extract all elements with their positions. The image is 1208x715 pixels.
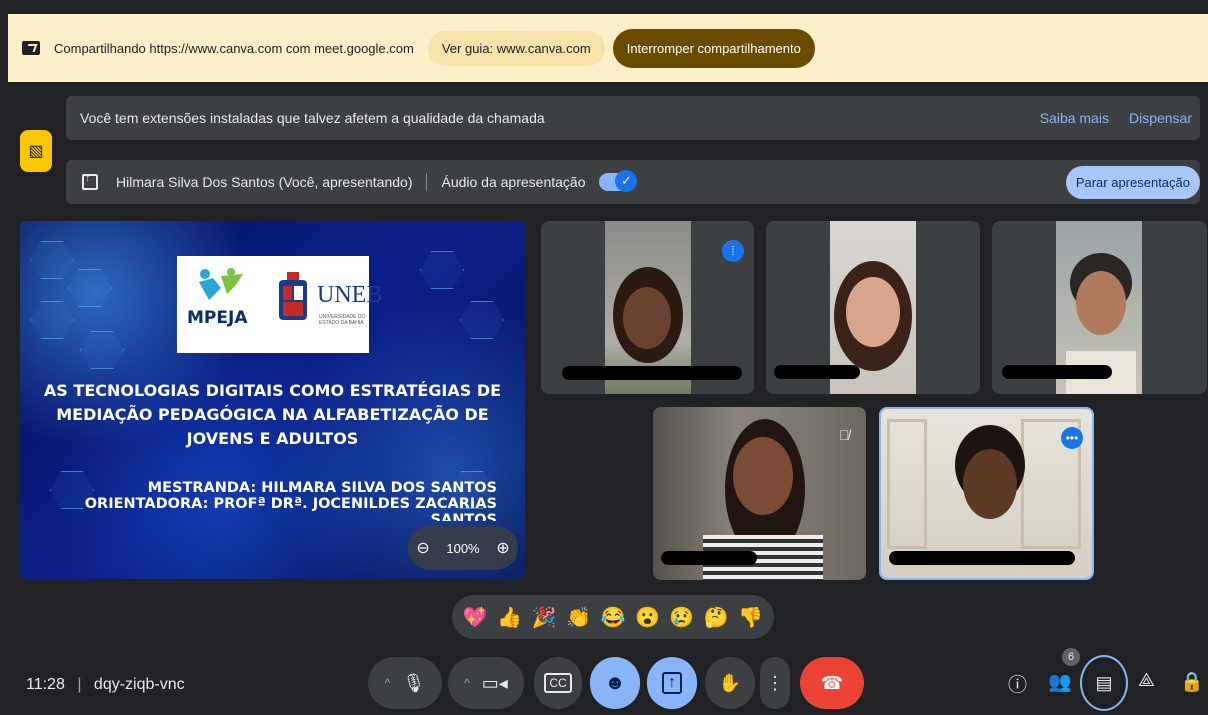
participant-name [889, 551, 1075, 565]
captions-icon: CC [544, 673, 572, 693]
leave-call-button[interactable]: ☎ [800, 657, 864, 709]
check-icon: ✓ [615, 170, 638, 192]
more-vert-icon: ⋮ [766, 672, 784, 693]
separator: | [77, 676, 82, 693]
sharing-banner: Compartilhando https://www.canva.com com… [8, 14, 1208, 82]
meeting-code: dqy-ziqb-vnc [93, 676, 185, 693]
host-controls-icon[interactable]: 🔒 [1180, 670, 1204, 694]
participant-tile[interactable] [992, 221, 1207, 394]
camera-options-chevron-icon[interactable]: ^ [464, 676, 470, 690]
reactions-bar: 💖 👍 🎉 👏 😂 😮 😢 🤔 👎 [452, 595, 774, 639]
participant-face [963, 449, 1017, 519]
slide-title-line: AS TECNOLOGIAS DIGITAIS COMO ESTRATÉGIAS… [43, 381, 502, 400]
present-button[interactable]: ↑ [647, 657, 697, 709]
present-screen-icon: ↑ [662, 672, 682, 694]
present-icon [82, 172, 98, 190]
participant-name [1002, 365, 1112, 379]
slide-advisor-cont: SANTOS [430, 512, 497, 521]
participant-name [661, 551, 757, 565]
participant-count-badge: 6 [1062, 648, 1080, 666]
activities-icon[interactable]: ⟁ [1138, 670, 1155, 692]
presenting-bar: Hilmara Silva Dos Santos (Você, apresent… [66, 160, 1200, 204]
slide-title-line: JOVENS E ADULTOS [186, 429, 359, 448]
camera-icon[interactable]: ▭◂ [482, 673, 508, 694]
mic-icon[interactable]: 🎙 [402, 673, 425, 694]
decor-hexagon [30, 301, 74, 339]
participant-name [562, 366, 742, 380]
reaction-laugh[interactable]: 😂 [601, 605, 626, 630]
decor-hexagon [30, 241, 74, 279]
audio-level-icon: ⦙ [722, 240, 744, 262]
participant-face [733, 437, 793, 515]
mpeja-logo-figure [199, 268, 243, 300]
dismiss-link[interactable]: Dispensar [1129, 110, 1192, 126]
participant-tile[interactable]: ⦙ [541, 221, 754, 394]
stop-presenting-button[interactable]: Parar apresentação [1065, 165, 1200, 199]
meeting-info: 11:28 | dqy-ziqb-vnc [26, 676, 185, 694]
self-tile[interactable]: ••• [879, 407, 1094, 580]
info-icon[interactable]: ⓘ [1008, 670, 1027, 697]
participant-face [846, 277, 900, 347]
camera-group: ^ ▭◂ [448, 657, 524, 709]
raise-hand-button[interactable]: ✋ [705, 657, 755, 709]
institution-logos: MPEJA UNEB UNIVERSIDADE DO ESTADO DA BAH… [177, 256, 382, 353]
participant-name [774, 365, 860, 379]
zoom-control: ⊖ 100% ⊕ [408, 526, 518, 570]
decor-hexagon [420, 251, 464, 289]
university-crest [279, 272, 307, 320]
reaction-party[interactable]: 🎉 [532, 605, 557, 630]
extensions-warning-button[interactable]: ▧ [20, 130, 52, 172]
decor-hexagon [460, 301, 504, 339]
participant-face [623, 287, 671, 349]
zoom-level: 100% [446, 540, 480, 556]
end-call-icon: ☎ [820, 672, 844, 693]
stop-sharing-button[interactable]: Interromper compartilhamento [612, 28, 815, 68]
chat-icon: ▤ [1095, 672, 1113, 693]
extensions-notice: Você tem extensões instaladas que talvez… [66, 96, 1200, 140]
hand-icon: ✋ [718, 672, 742, 693]
captions-button[interactable]: CC [534, 657, 582, 709]
zoom-out-icon[interactable]: ⊖ [416, 538, 429, 558]
zoom-in-icon[interactable]: ⊕ [496, 538, 509, 558]
reaction-sad[interactable]: 😢 [669, 605, 694, 630]
more-options-button[interactable]: ⋮ [760, 657, 790, 709]
participant-tile[interactable]: 🎙̸ [653, 407, 866, 580]
divider [426, 173, 428, 191]
slide-title-line: MEDIAÇÃO PEDAGÓGICA NA ALFABETIZAÇÃO DE [56, 405, 489, 424]
learn-more-link[interactable]: Saiba mais [1040, 110, 1109, 126]
mpeja-logo-text: MPEJA [187, 308, 248, 328]
bookshelf [887, 419, 927, 549]
reaction-thumbs-up[interactable]: 👍 [497, 605, 522, 630]
presentation-audio-toggle[interactable]: ✓ [599, 170, 638, 192]
more-options-icon[interactable]: ••• [1061, 427, 1083, 449]
sharing-status-text: Compartilhando https://www.canva.com com… [54, 40, 414, 56]
view-tab-button[interactable]: Ver guia: www.canva.com [427, 30, 605, 66]
university-name: UNEB [317, 282, 383, 308]
reaction-heart[interactable]: 💖 [463, 605, 488, 630]
participant-face [1076, 271, 1126, 335]
clock-time: 11:28 [26, 676, 65, 693]
presentation-audio-label: Áudio da apresentação [441, 174, 586, 190]
notice-text: Você tem extensões instaladas que talvez… [80, 110, 545, 126]
mic-group: ^ 🎙 [368, 657, 442, 709]
participant-tile[interactable] [766, 221, 980, 394]
presenter-name: Hilmara Silva Dos Santos (Você, apresent… [116, 174, 413, 190]
decor-hexagon [80, 331, 124, 369]
slide-title: AS TECNOLOGIAS DIGITAIS COMO ESTRATÉGIAS… [20, 379, 525, 451]
presentation-tile[interactable]: MPEJA UNEB UNIVERSIDADE DO ESTADO DA BAH… [20, 221, 525, 579]
reaction-surprised[interactable]: 😮 [635, 605, 660, 630]
university-subtitle: UNIVERSIDADE DO ESTADO DA BAHIA [319, 314, 366, 326]
extension-off-icon: ▧ [28, 143, 44, 160]
chat-button[interactable]: ▤ [1080, 655, 1128, 711]
mic-off-icon: 🎙̸ [839, 427, 850, 443]
reaction-clap[interactable]: 👏 [566, 605, 591, 630]
reaction-thumbs-down[interactable]: 👎 [738, 605, 763, 630]
emoji-icon: ☻ [604, 671, 626, 694]
people-icon[interactable]: 👥 [1048, 670, 1072, 694]
screen-share-icon [22, 41, 40, 55]
reactions-button[interactable]: ☻ [590, 657, 640, 709]
mic-options-chevron-icon[interactable]: ^ [385, 676, 391, 690]
reaction-thinking[interactable]: 🤔 [704, 605, 729, 630]
decor-hexagon [68, 269, 112, 307]
